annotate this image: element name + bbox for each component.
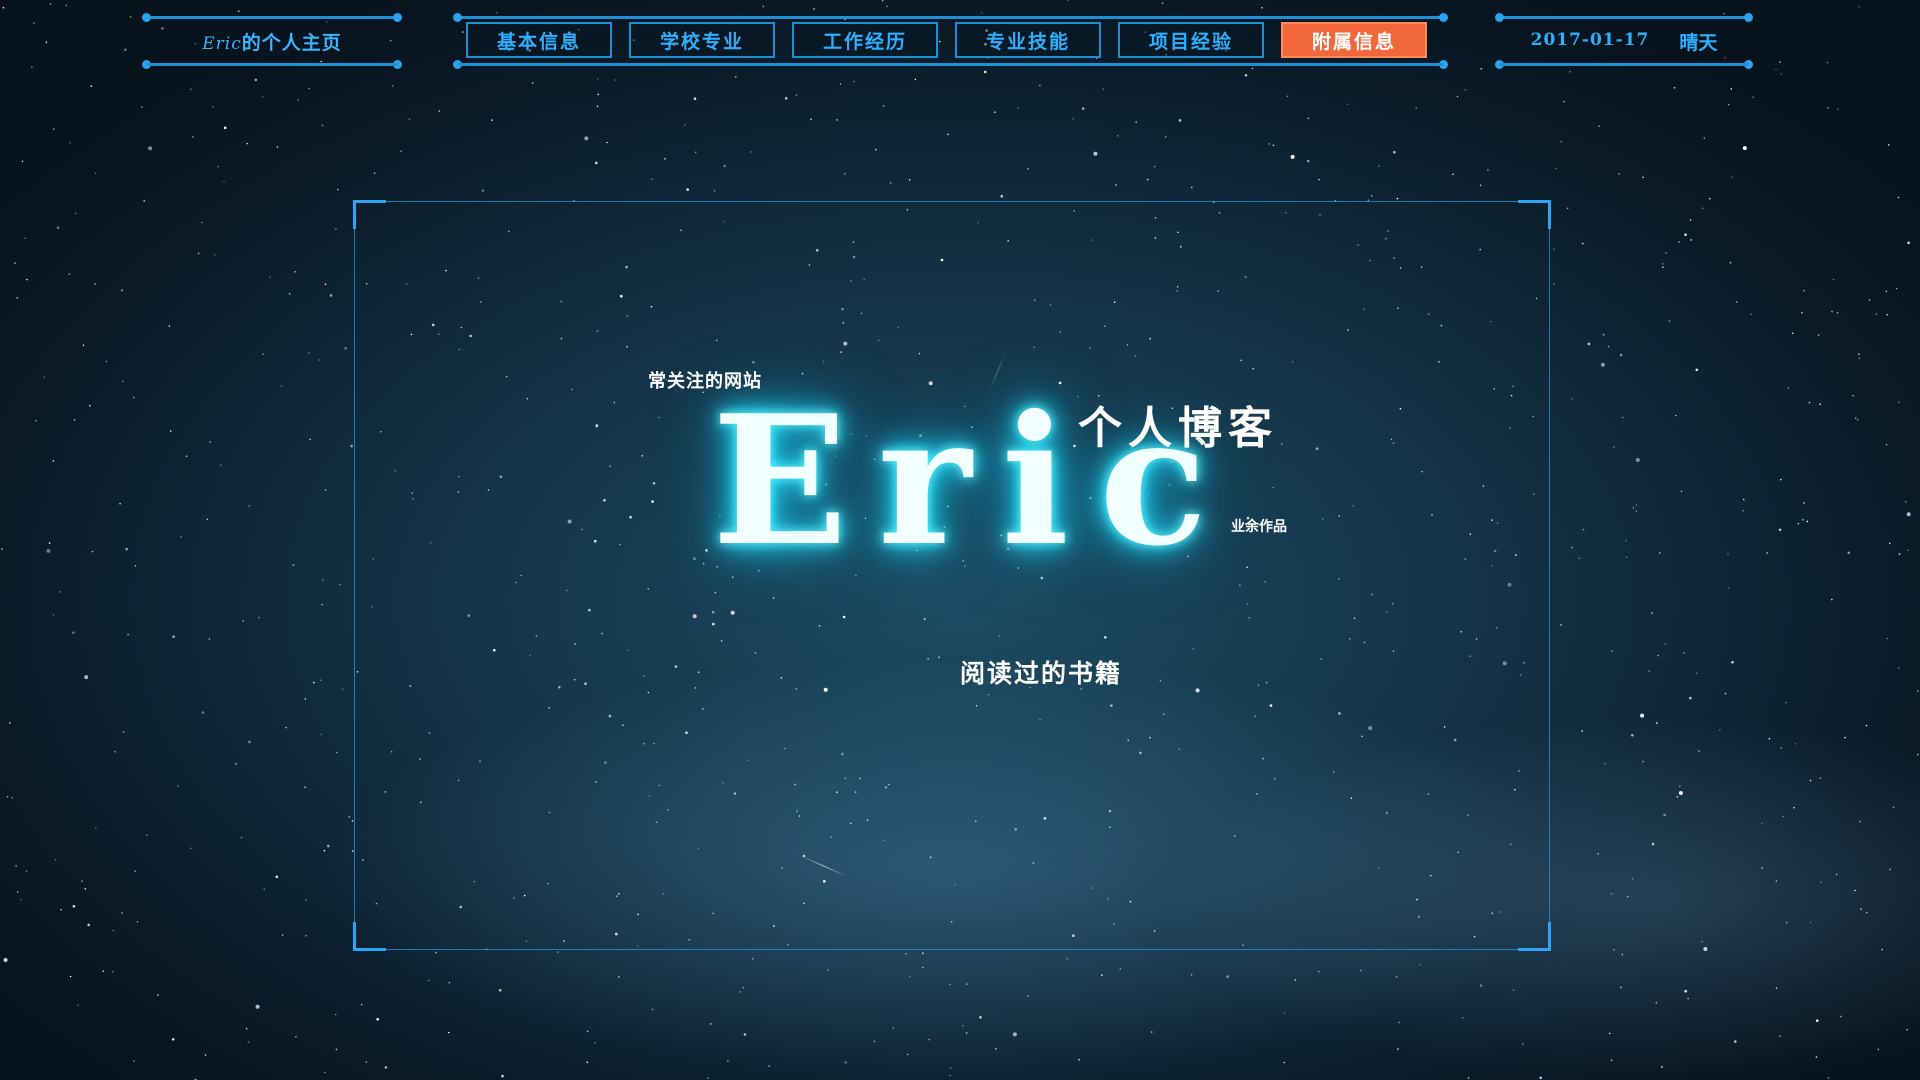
- nav-projects[interactable]: 项目经验: [1118, 22, 1264, 58]
- frame-dot: [453, 13, 462, 22]
- site-title[interactable]: Eric的个人主页: [143, 28, 401, 55]
- nav-skills[interactable]: 专业技能: [955, 22, 1101, 58]
- nav-basic-info[interactable]: 基本信息: [466, 22, 612, 58]
- frame-dot: [1495, 13, 1504, 22]
- frame-dot: [1495, 60, 1504, 69]
- nav-work-experience[interactable]: 工作经历: [792, 22, 938, 58]
- link-personal-blog[interactable]: 个人博客: [1078, 392, 1278, 456]
- frame-dot: [1439, 60, 1448, 69]
- nav-additional-info[interactable]: 附属信息: [1281, 22, 1427, 58]
- main-nav: 基本信息 学校专业 工作经历 专业技能 项目经验 附属信息: [453, 13, 1448, 69]
- frame-dot: [453, 60, 462, 69]
- panel-corner: [353, 200, 386, 229]
- current-date: 2017-01-17: [1530, 30, 1650, 50]
- frame-dot: [1744, 60, 1753, 69]
- site-title-suffix: 的个人主页: [241, 32, 342, 54]
- frame-dot: [393, 60, 402, 69]
- nav-school-major[interactable]: 学校专业: [629, 22, 775, 58]
- link-favorite-sites[interactable]: 常关注的网站: [648, 367, 762, 393]
- site-title-name: Eric: [202, 34, 242, 54]
- page-background: Eric的个人主页 基本信息 学校专业 工作经历 专业技能 项目经验 附属信息 …: [0, 0, 1920, 1080]
- date-weather-frame: 2017-01-17 晴天: [1495, 13, 1753, 69]
- frame-dot: [1744, 13, 1753, 22]
- frame-dot: [142, 13, 151, 22]
- frame-dot: [393, 13, 402, 22]
- weather-label: 晴天: [1679, 32, 1718, 54]
- link-books-read[interactable]: 阅读过的书籍: [960, 654, 1122, 690]
- panel-corner: [353, 922, 386, 951]
- hero-panel: Eric 常关注的网站 个人博客 业余作品 阅读过的书籍: [353, 200, 1551, 951]
- frame-dot: [142, 60, 151, 69]
- panel-corner: [1518, 200, 1551, 229]
- brand-frame: Eric的个人主页: [142, 13, 402, 69]
- panel-corner: [1518, 922, 1551, 951]
- link-side-works[interactable]: 业余作品: [1231, 516, 1287, 536]
- frame-dot: [1439, 13, 1448, 22]
